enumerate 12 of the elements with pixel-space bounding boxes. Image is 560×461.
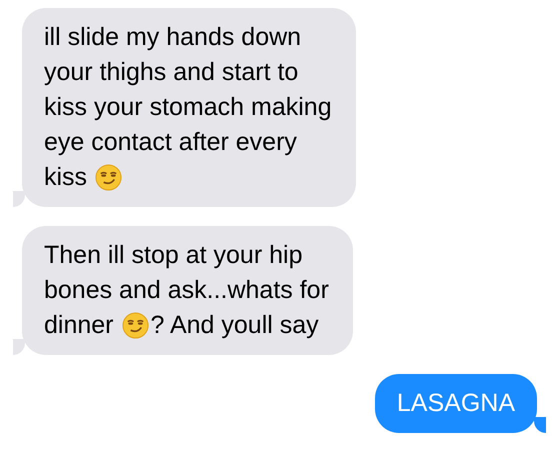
message-text: eye contact after every [44,127,297,158]
message-text: Then ill stop at your hip [44,240,302,271]
smirking-face-icon [122,312,148,339]
message-text: kiss your stomach making [44,92,332,123]
message-text: kiss [44,162,88,193]
message-text: LASAGNA [396,388,515,419]
message-text: dinner [44,310,114,341]
message-text: ill slide my hands down [44,22,302,53]
smirking-face-icon [95,164,122,191]
message-text: bones and ask...whats for [44,275,329,306]
message-text: your thighs and start to [44,57,298,88]
message-text: ? And youll say [150,310,319,341]
